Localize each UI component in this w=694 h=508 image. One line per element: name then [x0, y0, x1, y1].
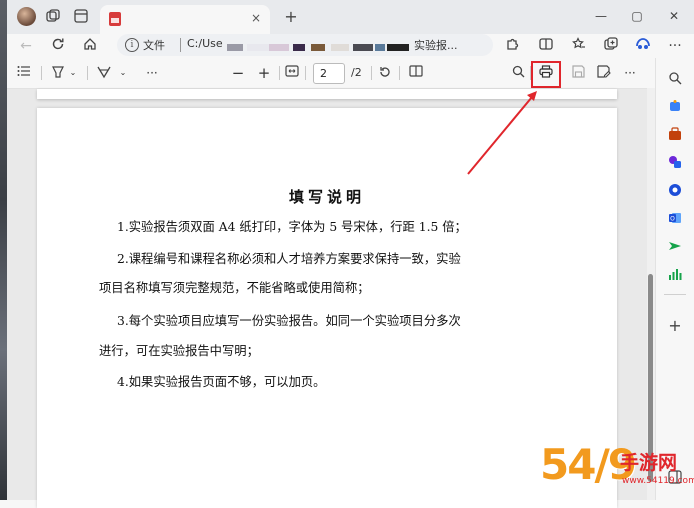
page-view-icon[interactable]: [407, 65, 425, 81]
doc-paragraph: 3.每个实验项目应填写一份实验报告。如同一个实验项目分多次: [117, 314, 461, 328]
doc-paragraph: 2.课程编号和课程名称必须和人才培养方案要求保持一致，实验: [117, 252, 461, 266]
redacted-block: [375, 44, 385, 51]
page-number-input[interactable]: 2: [313, 63, 345, 84]
sidebar-divider: [664, 294, 686, 295]
home-button[interactable]: [81, 37, 99, 55]
pdf-toolbar: ⌄ ⌄ ··· − + 2 /2 ···: [7, 58, 655, 89]
shopping-icon[interactable]: [667, 127, 683, 143]
vertical-scrollbar[interactable]: [647, 88, 655, 500]
doc-paragraph: 4.如果实验报告页面不够，可以加页。: [117, 375, 326, 389]
save-icon[interactable]: [569, 65, 587, 81]
close-window-button[interactable]: ✕: [664, 8, 684, 24]
desktop-edge: [0, 0, 7, 500]
address-filename: 实验报...: [414, 39, 458, 52]
copilot-icon[interactable]: [634, 37, 652, 55]
search-icon[interactable]: [667, 71, 683, 87]
save-as-icon[interactable]: [595, 65, 613, 81]
split-screen-icon[interactable]: [537, 37, 555, 55]
favorites-icon[interactable]: [570, 37, 588, 55]
address-row: ← i 文件 C:/Use 实验报... ···: [7, 34, 694, 58]
toolbar-divider: [305, 66, 306, 80]
drop-icon[interactable]: [667, 239, 683, 255]
workspaces-icon[interactable]: [45, 9, 61, 25]
zoom-in-button[interactable]: +: [255, 65, 273, 81]
document-title: 填写说明: [288, 188, 365, 206]
toolbar-divider: [399, 66, 400, 80]
toolbar-divider: [41, 66, 42, 80]
toolbar-divider: [87, 66, 88, 80]
draw-icon[interactable]: [95, 65, 113, 81]
pdf-file-icon: [109, 12, 121, 26]
pdf-more-button[interactable]: ···: [621, 65, 639, 81]
redacted-block: [227, 44, 243, 51]
extensions-icon[interactable]: [503, 37, 521, 55]
address-path: C:/Use: [187, 37, 223, 50]
new-tab-button[interactable]: +: [283, 9, 299, 25]
more-tools-button[interactable]: ···: [143, 65, 161, 81]
edge-sidebar: O +: [655, 58, 694, 500]
tab-bar: × + — ▢ ✕: [7, 0, 694, 34]
highlight-icon[interactable]: [49, 65, 67, 81]
tab-active-pdf[interactable]: ×: [100, 5, 270, 34]
maximize-button[interactable]: ▢: [627, 8, 647, 24]
redacted-block: [311, 44, 325, 51]
scheme-label: 文件: [143, 39, 165, 52]
redacted-block: [387, 44, 409, 51]
contents-icon[interactable]: [15, 65, 33, 81]
collections-icon[interactable]: [602, 37, 620, 55]
redacted-block: [293, 44, 305, 51]
more-options-icon[interactable]: ···: [666, 37, 684, 55]
outlook-icon[interactable]: O: [667, 211, 683, 227]
refresh-button[interactable]: [49, 37, 67, 55]
svg-text:O: O: [670, 216, 675, 223]
fit-page-icon[interactable]: [283, 65, 301, 81]
previous-page: [37, 89, 617, 99]
chevron-down-icon[interactable]: ⌄: [117, 65, 129, 81]
redacted-block: [353, 44, 373, 51]
copilot-sidebar-icon[interactable]: [667, 99, 683, 115]
tab-close-button[interactable]: ×: [248, 10, 264, 26]
pdf-viewer[interactable]: 填写说明 1.实验报告须双面 A4 纸打印，字体为 5 号宋体，行距 1.5 倍…: [7, 89, 655, 508]
address-bar[interactable]: i 文件 C:/Use 实验报...: [117, 34, 493, 56]
chevron-down-icon[interactable]: ⌄: [67, 65, 79, 81]
print-highlight-box: [531, 61, 561, 88]
site-watermark: 54/9 手游网 www.54119.com: [510, 440, 694, 500]
redacted-block: [247, 44, 269, 51]
search-icon[interactable]: [509, 65, 527, 81]
toolbar-divider: [279, 66, 280, 80]
redacted-block: [331, 44, 349, 51]
watermark-url: www.54119.com: [622, 476, 694, 486]
add-sidebar-app-button[interactable]: +: [667, 318, 683, 334]
toolbar-divider: [371, 66, 372, 80]
back-button[interactable]: ←: [17, 37, 35, 55]
site-info-icon[interactable]: i: [125, 38, 139, 52]
minimize-button[interactable]: —: [591, 8, 611, 24]
zoom-out-button[interactable]: −: [229, 65, 247, 81]
redacted-block: [269, 44, 289, 51]
page-total: /2: [351, 66, 362, 79]
profile-avatar[interactable]: [17, 7, 36, 26]
doc-paragraph: 进行，可在实验报告中写明；: [99, 344, 259, 358]
doc-paragraph: 项目名称填写须完整规范，不能省略或使用简称；: [99, 281, 370, 295]
games-icon[interactable]: [667, 183, 683, 199]
performance-icon[interactable]: [667, 267, 683, 283]
tools-icon[interactable]: [667, 155, 683, 171]
watermark-text: 手游网: [620, 452, 678, 474]
doc-paragraph: 1.实验报告须双面 A4 纸打印，字体为 5 号宋体，行距 1.5 倍；: [117, 220, 467, 234]
address-divider: [180, 38, 181, 52]
tab-actions-icon[interactable]: [73, 9, 89, 25]
rotate-icon[interactable]: [376, 65, 394, 81]
